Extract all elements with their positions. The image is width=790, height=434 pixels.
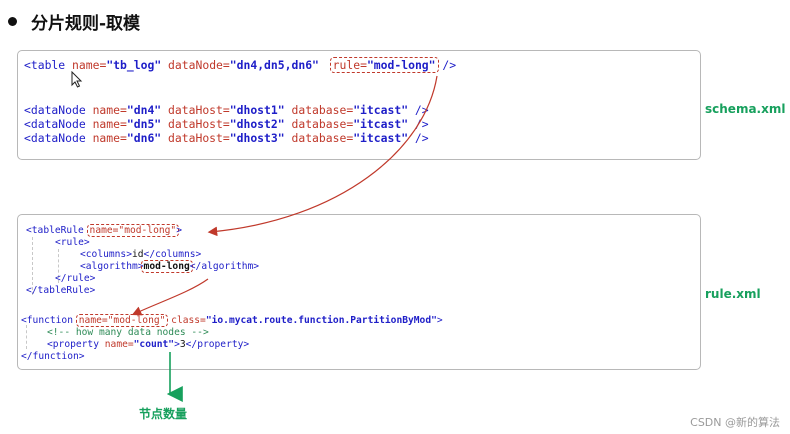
rule-to-tablerule-arrow (207, 75, 438, 237)
mouse-cursor-icon (71, 71, 83, 88)
watermark: CSDN @新的算法 (690, 416, 780, 429)
connector-arrows (131, 75, 438, 402)
node-count-caption: 节点数量 (139, 407, 188, 421)
algorithm-to-function-arrow (131, 278, 209, 316)
